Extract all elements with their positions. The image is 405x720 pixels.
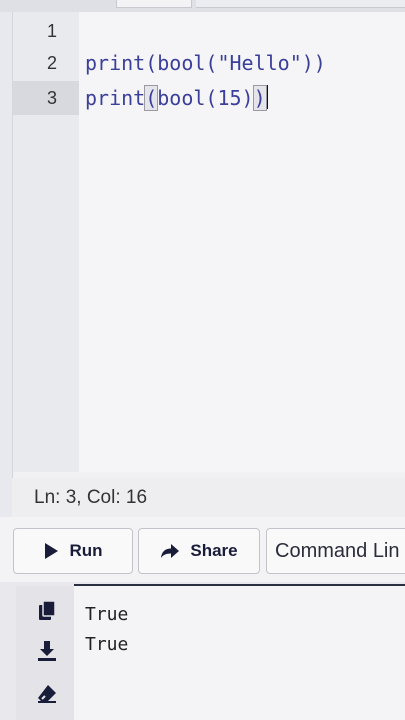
copy-icon[interactable] (36, 600, 58, 622)
toolbar: Run Share Command Lin (0, 517, 405, 582)
line-number: 3 (13, 81, 79, 115)
share-label: Share (190, 541, 238, 560)
line-number: 1 (46, 21, 57, 41)
cursor-position-status: Ln: 3, Col: 16 (12, 478, 405, 517)
eraser-icon[interactable] (36, 682, 58, 704)
run-label: Run (69, 541, 103, 560)
code-line[interactable]: 1 (13, 14, 405, 48)
code-line[interactable]: 2 print(bool("Hello")) (13, 46, 405, 80)
run-button[interactable]: Run (13, 528, 133, 574)
output-line: True (85, 634, 129, 655)
matched-bracket-open: ( (144, 85, 159, 111)
output-console: True True (74, 584, 405, 720)
line-code[interactable]: print(bool("Hello")) (85, 46, 326, 80)
share-button[interactable]: Share (138, 528, 260, 574)
command-line-label: Command Lin (275, 539, 400, 562)
output-actions (16, 586, 74, 720)
output-area: True True (0, 582, 405, 720)
matched-bracket-close: ) (252, 85, 267, 111)
code-token: print (85, 86, 146, 110)
code-line-active[interactable]: 3 print(bool(15)) (13, 81, 405, 115)
download-icon[interactable] (36, 640, 58, 662)
command-line-button[interactable]: Command Lin (266, 528, 405, 574)
tab[interactable] (196, 0, 405, 8)
share-arrow-icon (161, 544, 180, 558)
tab[interactable] (116, 0, 192, 8)
play-icon (45, 543, 59, 559)
text-caret (265, 85, 268, 109)
line-code[interactable]: print(bool(15)) (85, 81, 268, 115)
line-number: 2 (46, 53, 57, 73)
code-token: bool(15) (157, 86, 254, 110)
code-editor[interactable]: 1 2 print(bool("Hello")) 3 print(bool(15… (12, 12, 405, 517)
output-line: True (85, 604, 129, 625)
